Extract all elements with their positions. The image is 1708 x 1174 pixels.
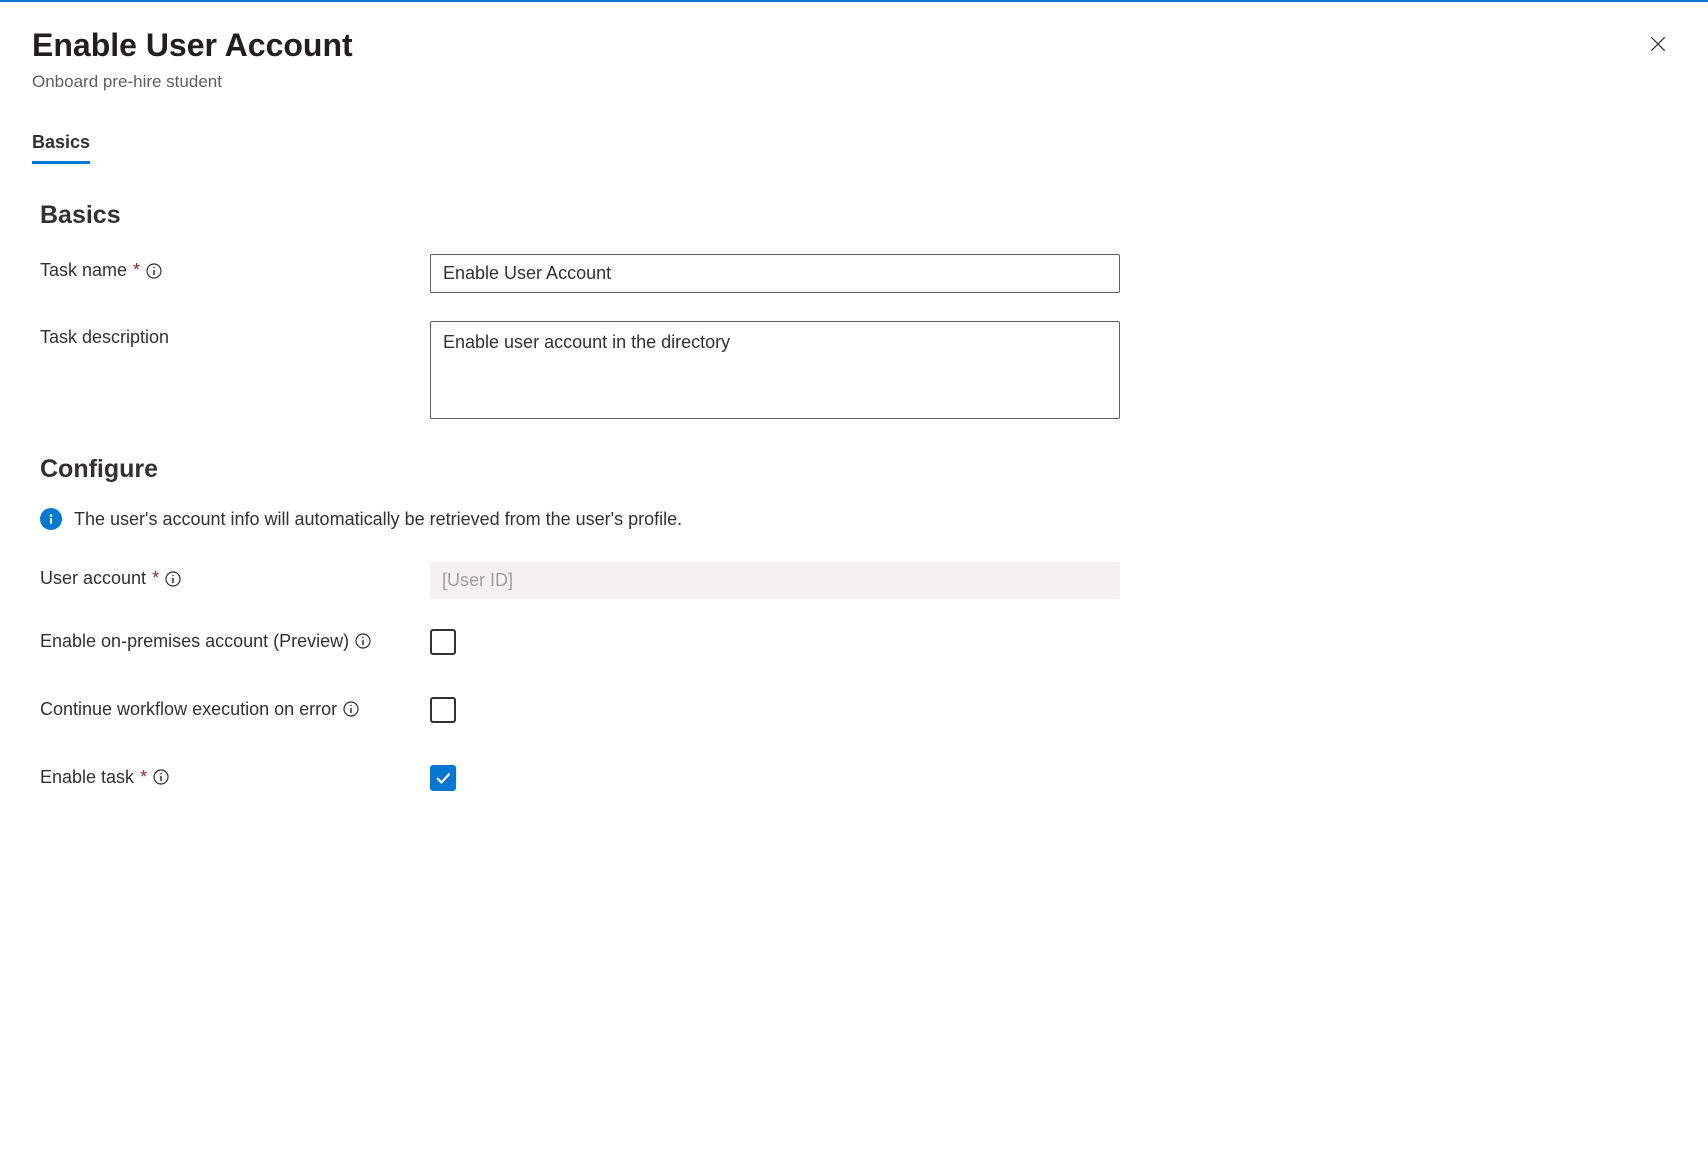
info-icon[interactable] [343,701,359,717]
enable-onprem-row: Enable on-premises account (Preview) [32,627,1676,655]
enable-task-checkbox[interactable] [430,765,456,791]
enable-task-label-group: Enable task * [40,767,430,788]
info-banner: The user's account info will automatical… [32,508,1676,530]
tab-bar: Basics [32,132,1676,165]
close-button[interactable] [1640,26,1676,65]
task-description-label-group: Task description [40,321,430,348]
enable-task-row: Enable task * [32,763,1676,791]
panel-title: Enable User Account [32,26,353,64]
info-icon[interactable] [355,633,371,649]
basics-section-heading: Basics [32,201,1676,230]
enable-onprem-label: Enable on-premises account (Preview) [40,631,349,652]
panel-subtitle: Onboard pre-hire student [32,72,353,92]
user-account-row: User account * [User ID] [32,562,1676,599]
configure-section-heading: Configure [32,455,1676,484]
required-marker: * [152,568,159,589]
close-icon [1648,34,1668,57]
task-description-row: Task description Enable user account in … [32,321,1676,419]
task-description-label: Task description [40,327,169,348]
panel-header: Enable User Account Onboard pre-hire stu… [32,26,1676,92]
task-description-input[interactable]: Enable user account in the directory [430,321,1120,419]
enable-onprem-checkbox[interactable] [430,629,456,655]
continue-on-error-label-group: Continue workflow execution on error [40,699,430,720]
info-icon[interactable] [146,263,162,279]
enable-task-label: Enable task [40,767,134,788]
info-icon[interactable] [153,769,169,785]
task-name-row: Task name * [32,254,1676,293]
task-name-label: Task name [40,260,127,281]
tab-basics[interactable]: Basics [32,132,90,164]
required-marker: * [140,767,147,788]
user-account-field: [User ID] [430,562,1120,599]
info-banner-text: The user's account info will automatical… [74,509,682,530]
continue-on-error-checkbox[interactable] [430,697,456,723]
required-marker: * [133,260,140,281]
task-name-label-group: Task name * [40,254,430,281]
task-name-input[interactable] [430,254,1120,293]
enable-onprem-label-group: Enable on-premises account (Preview) [40,631,430,652]
user-account-label-group: User account * [40,562,430,589]
info-banner-icon [40,508,62,530]
info-icon[interactable] [165,571,181,587]
user-account-label: User account [40,568,146,589]
continue-on-error-label: Continue workflow execution on error [40,699,337,720]
continue-on-error-row: Continue workflow execution on error [32,695,1676,723]
